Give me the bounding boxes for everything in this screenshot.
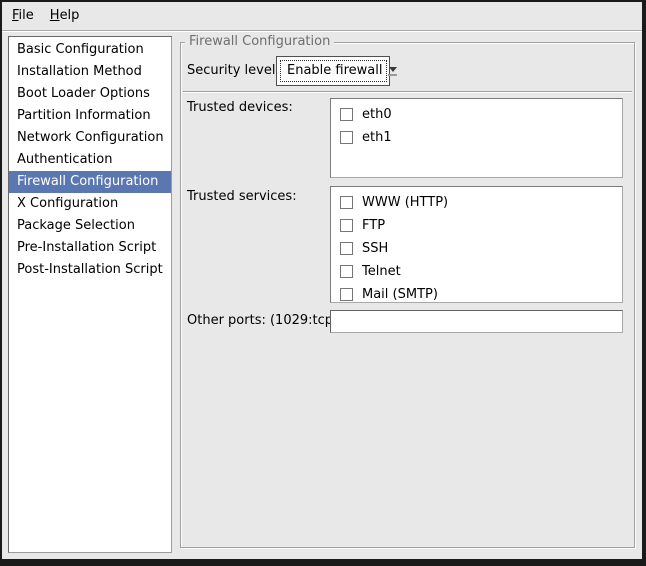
other-ports-input[interactable] xyxy=(330,310,623,333)
sidebar-item-x-configuration[interactable]: X Configuration xyxy=(9,193,171,215)
firewall-configuration-frame: Firewall Configuration Security level: E… xyxy=(180,42,635,548)
list-item[interactable]: eth0 xyxy=(331,103,622,126)
checkbox-eth0[interactable] xyxy=(340,108,353,121)
list-item[interactable]: Telnet xyxy=(331,260,622,283)
sidebar-item-boot-loader-options[interactable]: Boot Loader Options xyxy=(9,83,171,105)
sidebar-item-post-installation-script[interactable]: Post-Installation Script xyxy=(9,259,171,281)
checkbox-ssh[interactable] xyxy=(340,242,353,255)
menu-help[interactable]: Help xyxy=(42,2,88,30)
list-item[interactable]: Mail (SMTP) xyxy=(331,283,622,303)
service-label: Mail (SMTP) xyxy=(362,287,438,302)
checkbox-ftp[interactable] xyxy=(340,219,353,232)
frame-title: Firewall Configuration xyxy=(185,34,334,50)
security-level-select[interactable]: Enable firewall xyxy=(276,56,390,86)
sidebar-item-network-configuration[interactable]: Network Configuration xyxy=(9,127,171,149)
list-item[interactable]: SSH xyxy=(331,237,622,260)
dropdown-arrow-icon xyxy=(388,57,397,85)
list-item[interactable]: FTP xyxy=(331,214,622,237)
list-item[interactable]: eth1 xyxy=(331,126,622,149)
device-label: eth1 xyxy=(362,130,392,145)
checkbox-eth1[interactable] xyxy=(340,131,353,144)
service-label: Telnet xyxy=(362,264,401,279)
trusted-devices-list: eth0 eth1 xyxy=(330,98,623,178)
sidebar-item-installation-method[interactable]: Installation Method xyxy=(9,61,171,83)
trusted-services-label: Trusted services: xyxy=(187,189,297,204)
trusted-devices-label: Trusted devices: xyxy=(187,100,293,115)
sidebar-item-pre-installation-script[interactable]: Pre-Installation Script xyxy=(9,237,171,259)
trusted-services-list: WWW (HTTP) FTP SSH Telnet Mail (SMTP) xyxy=(330,186,623,303)
sidebar-item-partition-information[interactable]: Partition Information xyxy=(9,105,171,127)
sidebar-item-authentication[interactable]: Authentication xyxy=(9,149,171,171)
checkbox-mail-smtp[interactable] xyxy=(340,288,353,301)
horizontal-separator xyxy=(183,91,632,93)
menu-bar: File Help xyxy=(2,2,642,31)
section-list: Basic Configuration Installation Method … xyxy=(8,36,172,553)
sidebar-item-package-selection[interactable]: Package Selection xyxy=(9,215,171,237)
checkbox-www-http[interactable] xyxy=(340,196,353,209)
kickstart-configurator-window: { "colors": { "selection": "#5a77b2", "w… xyxy=(0,0,646,566)
security-level-value: Enable firewall xyxy=(280,60,387,82)
menu-file[interactable]: File xyxy=(4,2,42,30)
security-level-label: Security level: xyxy=(187,63,280,78)
other-ports-label: Other ports: (1029:tcp) xyxy=(187,313,338,328)
service-label: FTP xyxy=(362,218,385,233)
sidebar-item-firewall-configuration[interactable]: Firewall Configuration xyxy=(9,171,171,193)
device-label: eth0 xyxy=(362,107,392,122)
list-item[interactable]: WWW (HTTP) xyxy=(331,191,622,214)
service-label: WWW (HTTP) xyxy=(362,195,448,210)
service-label: SSH xyxy=(362,241,388,256)
checkbox-telnet[interactable] xyxy=(340,265,353,278)
sidebar-item-basic-configuration[interactable]: Basic Configuration xyxy=(9,39,171,61)
